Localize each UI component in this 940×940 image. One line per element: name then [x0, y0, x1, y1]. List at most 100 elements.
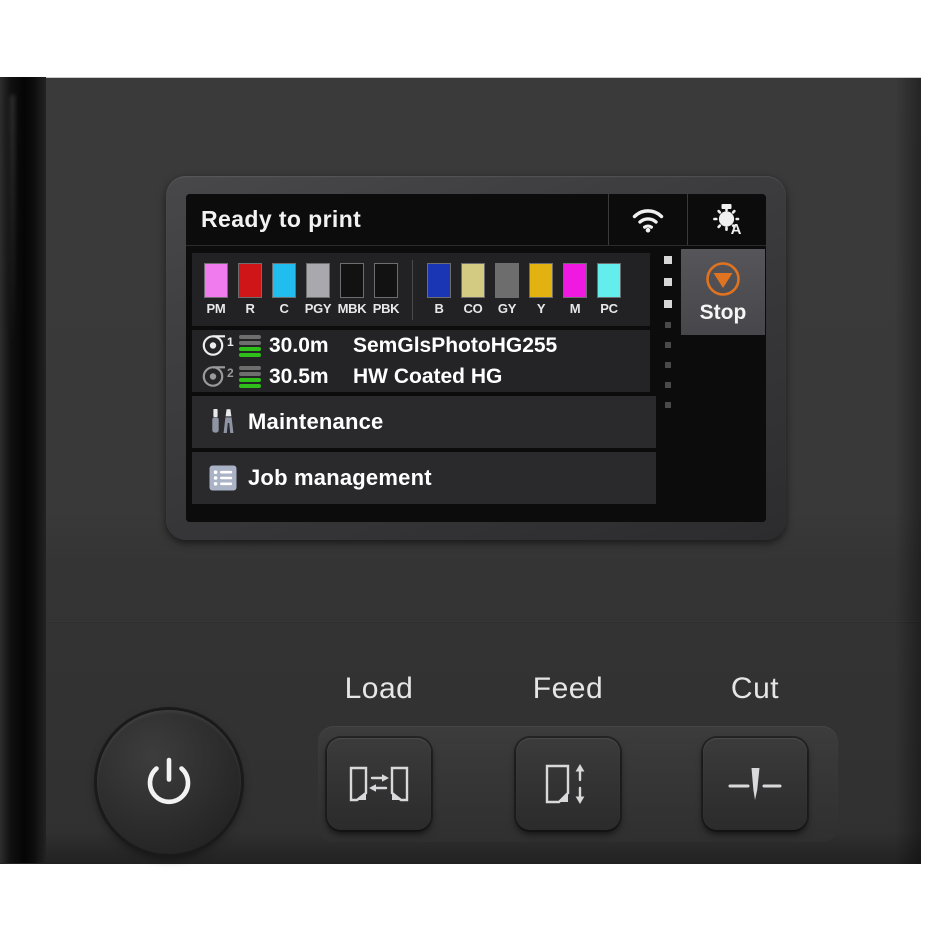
media-roll-row[interactable]: 1 30.0m SemGlsPhotoHG255 [192, 330, 650, 361]
feed-button[interactable] [516, 738, 620, 830]
media-type-name: SemGlsPhotoHG255 [353, 333, 558, 357]
scroll-dot-inactive [665, 362, 671, 368]
ink-group-right: B CO GY Y M PC [415, 263, 633, 316]
scroll-dot-active [664, 256, 672, 264]
body-seam [0, 621, 921, 623]
lcd-bezel: Ready to print A PM R C PGY MBK PBK B CO… [166, 176, 786, 540]
power-button[interactable] [97, 710, 241, 854]
media-level-bars [239, 334, 261, 357]
lcd-screen[interactable]: Ready to print A PM R C PGY MBK PBK B CO… [186, 194, 766, 522]
stop-button[interactable]: Stop [681, 249, 765, 335]
ink-swatch [597, 263, 621, 298]
media-roll-panel[interactable]: 1 30.0m SemGlsPhotoHG255 2 30.5m HW Coated HG [192, 330, 650, 392]
ink-slot-y[interactable]: Y [524, 263, 558, 316]
menu-item-maintenance[interactable]: Maintenance [192, 396, 662, 448]
ink-code-label: M [569, 301, 581, 316]
ink-slot-pc[interactable]: PC [592, 263, 626, 316]
media-type-name: HW Coated HG [353, 364, 503, 388]
scroll-dot-inactive [665, 342, 671, 348]
ink-code-label: PC [600, 301, 618, 316]
status-bar: Ready to print A [186, 194, 766, 246]
printer-left-edge [0, 77, 46, 863]
power-icon [147, 757, 191, 805]
menu-item-job-management[interactable]: Job management [192, 452, 662, 504]
ink-slot-b[interactable]: B [422, 263, 456, 316]
lcd-content-area: PM R C PGY MBK PBK B CO GY Y M PC 1 30.0m SemGlsPhot… [186, 246, 766, 522]
feed-button-label: Feed [532, 672, 604, 705]
ink-slot-mbk[interactable]: MBK [335, 263, 369, 316]
svg-text:1: 1 [227, 335, 234, 349]
ink-code-label: PGY [304, 301, 332, 316]
ink-slot-co[interactable]: CO [456, 263, 490, 316]
ink-slot-pm[interactable]: PM [199, 263, 233, 316]
ink-swatch [374, 263, 398, 298]
lamp-auto-letter: A [731, 221, 742, 237]
scroll-dot-inactive [665, 322, 671, 328]
ink-code-label: C [279, 301, 289, 316]
ink-code-label: MBK [337, 301, 367, 316]
ink-code-label: GY [497, 301, 517, 316]
svg-text:2: 2 [227, 366, 234, 380]
ink-swatch [461, 263, 485, 298]
ink-group-divider [412, 259, 413, 320]
maintenance-icon [204, 405, 242, 439]
ink-slot-c[interactable]: C [267, 263, 301, 316]
ink-slot-pgy[interactable]: PGY [301, 263, 335, 316]
wifi-status-cell[interactable] [608, 194, 687, 245]
lcd-main-column: PM R C PGY MBK PBK B CO GY Y M PC 1 30.0m SemGlsPhot… [186, 246, 662, 522]
load-media-icon [349, 766, 409, 802]
scroll-dot-inactive [665, 402, 671, 408]
ink-status-panel[interactable]: PM R C PGY MBK PBK B CO GY Y M PC [192, 253, 650, 326]
roll-1-icon: 1 [202, 333, 236, 358]
stop-button-label: Stop [699, 300, 747, 324]
cut-button-label: Cut [730, 672, 780, 705]
media-remaining-length: 30.0m [269, 333, 329, 357]
auto-lamp-icon: A [713, 203, 742, 237]
scroll-indicator[interactable] [664, 256, 672, 408]
body-right-shading [895, 78, 921, 864]
wifi-icon [632, 208, 664, 232]
scroll-dot-active [664, 300, 672, 308]
ink-slot-gy[interactable]: GY [490, 263, 524, 316]
ink-swatch [204, 263, 228, 298]
printer-control-panel: Ready to print A PM R C PGY MBK PBK B CO… [0, 0, 940, 940]
menu-item-label: Job management [248, 465, 432, 490]
ink-swatch [427, 263, 451, 298]
ink-group-left: PM R C PGY MBK PBK [192, 263, 410, 316]
load-button[interactable] [327, 738, 431, 830]
roll-2-icon: 2 [202, 364, 236, 389]
lamp-status-cell[interactable]: A [687, 194, 766, 245]
menu-item-label: Maintenance [248, 409, 384, 434]
ink-code-label: B [434, 301, 444, 316]
ink-code-label: PBK [372, 301, 400, 316]
load-button-label: Load [344, 672, 414, 705]
job-management-icon [204, 461, 242, 495]
media-remaining-length: 30.5m [269, 364, 329, 388]
right-background [921, 77, 940, 863]
feed-media-icon [545, 764, 585, 804]
ink-swatch [495, 263, 519, 298]
ink-code-label: R [245, 301, 255, 316]
lcd-side-column: Stop [656, 246, 766, 522]
ink-code-label: PM [206, 301, 226, 316]
ink-swatch [340, 263, 364, 298]
cut-media-icon [728, 768, 782, 800]
ink-swatch [272, 263, 296, 298]
printer-status-text: Ready to print [201, 206, 362, 232]
left-edge-highlight [10, 95, 15, 345]
stop-icon [706, 261, 740, 296]
ink-swatch [238, 263, 262, 298]
scroll-dot-inactive [665, 382, 671, 388]
ink-swatch [306, 263, 330, 298]
ink-slot-m[interactable]: M [558, 263, 592, 316]
media-roll-row[interactable]: 2 30.5m HW Coated HG [192, 361, 650, 392]
media-level-bars [239, 365, 261, 388]
ink-code-label: CO [463, 301, 483, 316]
cut-button[interactable] [703, 738, 807, 830]
ink-slot-pbk[interactable]: PBK [369, 263, 403, 316]
ink-swatch [563, 263, 587, 298]
scroll-dot-active [664, 278, 672, 286]
ink-code-label: Y [536, 301, 546, 316]
ink-swatch [529, 263, 553, 298]
ink-slot-r[interactable]: R [233, 263, 267, 316]
